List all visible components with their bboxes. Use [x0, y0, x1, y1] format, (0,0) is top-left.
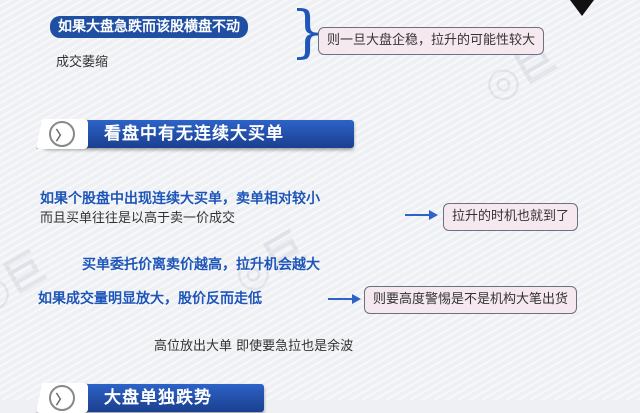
- section-header-title: 看盘中有无连续大买单: [104, 124, 284, 144]
- result-box: 则一旦大盘企稳，拉升的可能性较大: [318, 27, 545, 55]
- text-line: 如果成交量明显放大，股价反而走低: [38, 291, 262, 307]
- result-box: 则要高度警惕是不是机构大笔出货: [364, 286, 578, 314]
- result-box: 拉升的时机也就到了: [443, 203, 579, 231]
- text-line: 而且买单往往是以高于卖一价成交: [40, 211, 236, 226]
- watermark-logo: ◎巨: [0, 243, 54, 322]
- section-header-title: 大盘单独跌势: [104, 388, 212, 408]
- section-tab: 〉: [36, 383, 88, 413]
- triangle-marker-icon: [570, 0, 594, 16]
- arrow-right-icon: [352, 294, 361, 304]
- section-tab: 〉: [36, 119, 88, 149]
- arrow-line: [328, 298, 354, 300]
- condition-subtext: 成交萎缩: [56, 55, 109, 70]
- arrow-line: [405, 214, 431, 216]
- chevron-right-icon: 〉: [49, 385, 75, 411]
- condition-pill: 如果大盘急跌而该股横盘不动: [50, 16, 248, 38]
- text-line: 如果个股盘中出现连续大买单，卖单相对较小: [40, 191, 320, 207]
- text-line: 买单委托价离卖价越高，拉升机会越大: [82, 257, 320, 273]
- text-line: 高位放出大单 即使要急拉也是余波: [154, 339, 354, 354]
- arrow-right-icon: [429, 210, 438, 220]
- chevron-right-icon: 〉: [49, 121, 75, 147]
